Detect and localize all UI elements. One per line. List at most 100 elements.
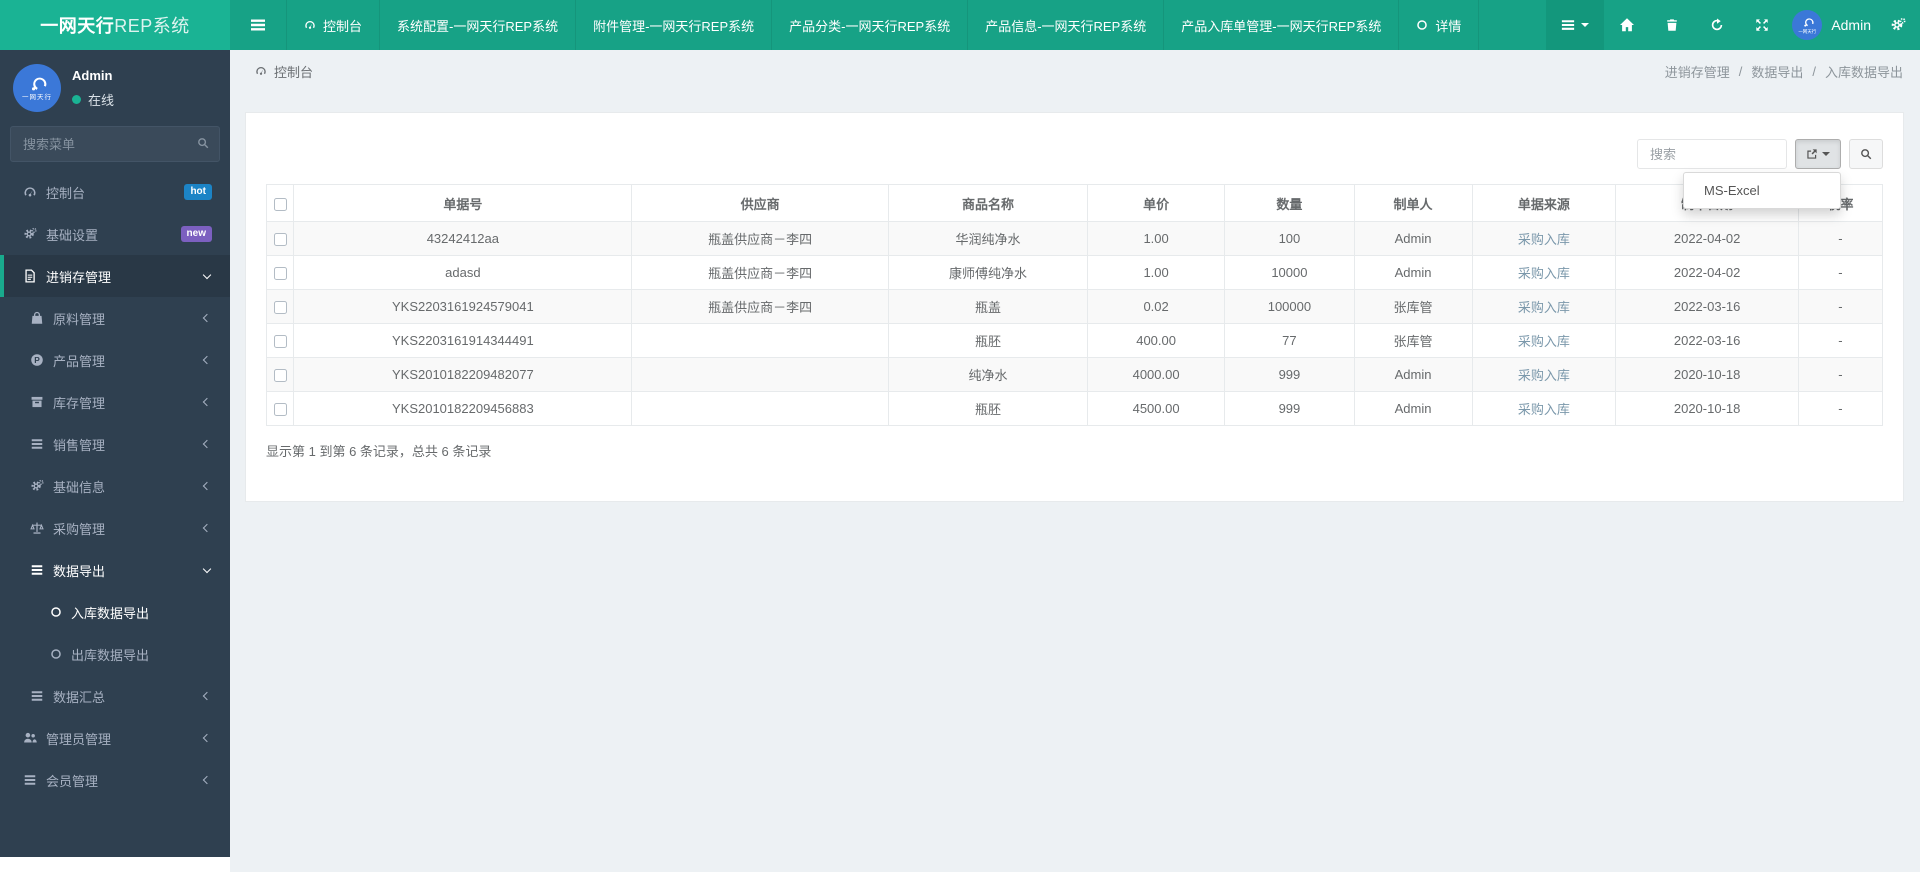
table-row[interactable]: YKS2203161914344491 瓶胚 400.00 77 张库管 采购入… — [265, 323, 1884, 358]
column-header-product[interactable]: 商品名称 — [888, 184, 1088, 222]
settings-button[interactable] — [1875, 0, 1920, 50]
row-checkbox[interactable] — [273, 403, 287, 417]
cell-supplier: 瓶盖供应商－李四 — [631, 255, 890, 290]
breadcrumb-item[interactable]: 数据导出 — [1751, 62, 1803, 81]
menu-search-input[interactable] — [10, 126, 220, 162]
tab-system-config[interactable]: 系统配置-一网天行REP系统 — [379, 0, 575, 50]
cell-supplier: 瓶盖供应商－李四 — [631, 289, 890, 324]
cell-product: 纯净水 — [888, 357, 1088, 392]
avatar[interactable]: 一网天行 — [13, 64, 61, 112]
page-heading: 控制台 进销存管理 / 数据导出 / 入库数据导出 — [230, 50, 1920, 92]
cell-date: 2022-04-02 — [1615, 221, 1799, 256]
user-name: Admin — [72, 67, 113, 83]
refresh-button[interactable] — [1694, 0, 1739, 50]
brand-logo-icon — [27, 74, 47, 94]
chevron-left-icon — [202, 313, 212, 323]
sidebar-toggle-button[interactable] — [230, 0, 286, 50]
select-all-checkbox[interactable] — [273, 197, 287, 211]
cell-source: 采购入库 — [1471, 357, 1617, 392]
sidebar-item-basic-settings[interactable]: 基础设置 new — [0, 213, 230, 255]
sidebar-item-purchasing[interactable]: 采购管理 — [0, 507, 230, 549]
export-option-ms-excel[interactable]: MS-Excel — [1684, 178, 1840, 203]
chevron-left-icon — [202, 775, 212, 785]
row-checkbox[interactable] — [273, 369, 287, 383]
page-title[interactable]: 控制台 — [274, 62, 313, 81]
sidebar-item-data-summary[interactable]: 数据汇总 — [0, 675, 230, 717]
sidebar-item-inventory-mgmt[interactable]: 进销存管理 — [0, 255, 230, 297]
fullscreen-button[interactable] — [1739, 0, 1784, 50]
table-search-input[interactable] — [1637, 139, 1787, 169]
online-status-label: 在线 — [88, 92, 115, 108]
bars-icon — [1561, 18, 1575, 32]
table-row[interactable]: 43242412aa 瓶盖供应商－李四 华润纯净水 1.00 100 Admin… — [265, 221, 1884, 256]
sidebar-item-admin-mgmt[interactable]: 管理员管理 — [0, 717, 230, 759]
inbound-data-table: 单据号 供应商 商品名称 单价 数量 制单人 单据来源 制单日期 税率 432 — [265, 184, 1884, 426]
table-panel: MS-Excel 单据号 供应商 商品名称 单价 数量 — [245, 112, 1904, 502]
breadcrumb-item[interactable]: 入库数据导出 — [1825, 62, 1903, 81]
user-avatar[interactable]: 一网天行 — [1792, 10, 1823, 40]
user-panel: 一网天行 Admin 在线 — [0, 50, 230, 114]
row-checkbox[interactable] — [273, 233, 287, 247]
chevron-left-icon — [202, 733, 212, 743]
tab-dashboard[interactable]: 控制台 — [286, 0, 379, 50]
sidebar-item-basic-info[interactable]: 基础信息 — [0, 465, 230, 507]
brand-suffix: REP系统 — [114, 16, 190, 36]
table-row[interactable]: YKS2010182209482077 纯净水 4000.00 999 Admi… — [265, 357, 1884, 392]
column-header-order-no[interactable]: 单据号 — [293, 184, 633, 222]
row-checkbox[interactable] — [273, 335, 287, 349]
expand-icon — [1755, 18, 1769, 32]
cell-rate: - — [1797, 221, 1884, 256]
cell-order-no: YKS2203161924579041 — [293, 289, 633, 324]
cell-rate: - — [1797, 255, 1884, 290]
export-dropdown-menu: MS-Excel — [1683, 172, 1841, 209]
cell-product: 瓶盖 — [888, 289, 1088, 324]
table-row[interactable]: YKS2203161924579041 瓶盖供应商－李四 瓶盖 0.02 100… — [265, 289, 1884, 324]
tab-inbound-order-mgmt[interactable]: 产品入库单管理-一网天行REP系统 — [1163, 0, 1398, 50]
row-checkbox[interactable] — [273, 267, 287, 281]
cell-qty: 100 — [1224, 221, 1355, 256]
chevron-down-icon — [202, 564, 212, 573]
column-header-supplier[interactable]: 供应商 — [631, 184, 890, 222]
sidebar-item-raw-materials[interactable]: 原料管理 — [0, 297, 230, 339]
cell-qty: 999 — [1224, 357, 1355, 392]
column-header-qty[interactable]: 数量 — [1224, 184, 1355, 222]
export-button[interactable] — [1795, 139, 1841, 169]
cell-rate: - — [1797, 289, 1884, 324]
top-navbar: 一网天行 REP系统 控制台 系统配置-一网天行REP系统 附件管理-一网天行RE… — [0, 0, 1920, 50]
tab-list-dropdown-button[interactable] — [1546, 0, 1605, 50]
list-icon — [23, 773, 37, 787]
tab-product-info[interactable]: 产品信息-一网天行REP系统 — [967, 0, 1163, 50]
row-checkbox[interactable] — [273, 301, 287, 315]
sidebar-item-products[interactable]: 产品管理 — [0, 339, 230, 381]
list-icon — [30, 689, 44, 703]
cell-date: 2020-10-18 — [1615, 391, 1799, 426]
cell-price: 1.00 — [1086, 255, 1226, 290]
tab-label: 详情 — [1435, 18, 1462, 34]
home-button[interactable] — [1604, 0, 1649, 50]
user-menu-label[interactable]: Admin — [1831, 17, 1871, 33]
breadcrumb-item[interactable]: 进销存管理 — [1665, 62, 1730, 81]
tab-product-category[interactable]: 产品分类-一网天行REP系统 — [771, 0, 967, 50]
column-header-creator[interactable]: 制单人 — [1353, 184, 1473, 222]
file-icon — [23, 269, 37, 283]
column-header-price[interactable]: 单价 — [1086, 184, 1226, 222]
sidebar-item-dashboard[interactable]: 控制台 hot — [0, 171, 230, 213]
sidebar-item-stock[interactable]: 库存管理 — [0, 381, 230, 423]
sidebar-item-member-mgmt[interactable]: 会员管理 — [0, 759, 230, 801]
sidebar-item-outbound-export[interactable]: 出库数据导出 — [0, 633, 230, 675]
sidebar-item-sales[interactable]: 销售管理 — [0, 423, 230, 465]
sidebar-menu: 控制台 hot 基础设置 new 进销存管理 原料管理 产品管理 库存管理 销售… — [0, 171, 230, 801]
table-row[interactable]: YKS2010182209456883 瓶胚 4500.00 999 Admin… — [265, 391, 1884, 426]
table-search-button[interactable] — [1849, 139, 1883, 169]
tab-label: 附件管理-一网天行REP系统 — [593, 18, 755, 34]
tab-label: 控制台 — [323, 18, 363, 34]
sidebar-item-data-export[interactable]: 数据导出 — [0, 549, 230, 591]
tab-detail[interactable]: 详情 — [1398, 0, 1480, 50]
cell-supplier — [631, 323, 890, 358]
table-toolbar: MS-Excel — [266, 139, 1883, 209]
table-row[interactable]: adasd 瓶盖供应商－李四 康师傅纯净水 1.00 10000 Admin 采… — [265, 255, 1884, 290]
tab-attachment-mgmt[interactable]: 附件管理-一网天行REP系统 — [575, 0, 771, 50]
column-header-source[interactable]: 单据来源 — [1471, 184, 1617, 222]
sidebar-item-inbound-export[interactable]: 入库数据导出 — [0, 591, 230, 633]
trash-button[interactable] — [1649, 0, 1694, 50]
